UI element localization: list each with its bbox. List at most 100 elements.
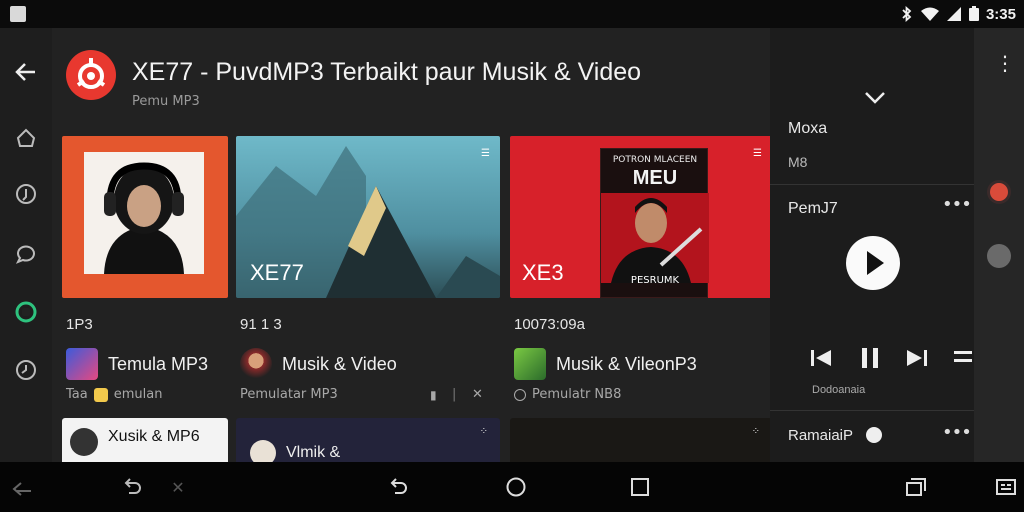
card-title-row[interactable]: Temula MP3 bbox=[66, 348, 208, 380]
card-meta: 10073:09a bbox=[514, 316, 585, 333]
back-icon bbox=[390, 478, 407, 494]
card-avatar bbox=[240, 348, 272, 380]
rail-item-explore[interactable] bbox=[12, 180, 40, 208]
card-avatar bbox=[66, 348, 98, 380]
left-rail bbox=[0, 28, 52, 462]
nav-recents-button[interactable] bbox=[628, 475, 652, 499]
grid-icon[interactable]: ⁘ bbox=[752, 426, 760, 437]
wifi-icon bbox=[920, 7, 939, 21]
card-thumbnail[interactable]: XE77 ☰ bbox=[236, 136, 500, 298]
media-card[interactable]: 1P3 Temula MP3 Taa emulan bbox=[62, 136, 228, 436]
card-title: Temula MP3 bbox=[108, 353, 209, 374]
card-thumbnail[interactable] bbox=[62, 136, 228, 298]
card-title: Musik & VileonP3 bbox=[556, 353, 697, 374]
clock: 3:35 bbox=[985, 5, 1016, 23]
overflow-menu-icon[interactable]: ⋮ bbox=[995, 53, 1015, 73]
card-meta: 1P3 bbox=[66, 316, 93, 333]
notification-icon bbox=[10, 6, 26, 22]
library-icon bbox=[15, 301, 37, 323]
play-button[interactable] bbox=[846, 236, 900, 290]
page-header: XE77 - PuvdMP3 Terbaikt paur Musik & Vid… bbox=[52, 28, 772, 128]
divider bbox=[770, 410, 974, 411]
person-headphones-icon bbox=[104, 162, 184, 274]
undo-icon bbox=[124, 478, 141, 494]
battery-icon bbox=[968, 6, 979, 21]
previous-button[interactable] bbox=[810, 348, 832, 372]
media-card[interactable]: POTRON MLACEEN MEU PESRUMK XE3 ☰ 10073:0… bbox=[510, 136, 772, 436]
thumb-caption: XE3 bbox=[522, 260, 564, 285]
content-grid: 1P3 Temula MP3 Taa emulan XE77 ☰ 91 1 3 … bbox=[52, 128, 772, 462]
media-card[interactable]: Vlmik & ⁘ bbox=[236, 418, 500, 462]
compass-icon bbox=[16, 184, 36, 204]
grid-icon[interactable]: ⁘ bbox=[480, 426, 488, 437]
poster-bottom: PESRUMK bbox=[630, 275, 680, 286]
media-card[interactable]: Xusik & MP6 bbox=[62, 418, 228, 462]
more-options-icon[interactable]: ••• bbox=[942, 194, 972, 215]
nav-close[interactable]: ✕ bbox=[166, 475, 190, 499]
close-icon: ✕ bbox=[171, 477, 185, 497]
card-avatar bbox=[514, 348, 546, 380]
back-button[interactable] bbox=[12, 58, 40, 86]
arrow-back-icon bbox=[12, 482, 31, 496]
divider bbox=[770, 184, 974, 185]
nav-keyboard-button[interactable] bbox=[994, 475, 1018, 499]
rail-item-library[interactable] bbox=[12, 298, 40, 326]
menu-icon[interactable]: ☰ bbox=[753, 148, 762, 159]
nav-undo[interactable] bbox=[120, 475, 144, 499]
panel-header-sub: M8 bbox=[788, 154, 808, 170]
next-button[interactable] bbox=[906, 348, 928, 372]
avatar-secondary[interactable] bbox=[987, 244, 1011, 268]
collapse-button[interactable] bbox=[864, 90, 886, 109]
home-icon bbox=[16, 128, 36, 147]
badge-icon bbox=[866, 427, 882, 443]
player-panel: Moxa M8 PemJ7 ••• Dodoanaia RamaiaiP ••• bbox=[770, 28, 974, 462]
more-options-icon[interactable]: ••• bbox=[942, 422, 972, 443]
rail-item-home[interactable] bbox=[12, 124, 40, 152]
card-meta: 91 1 3 bbox=[240, 316, 282, 333]
chat-bubble-icon bbox=[15, 245, 35, 264]
chevron-down-icon bbox=[865, 92, 885, 104]
track-caption: Dodoanaia bbox=[812, 384, 866, 396]
queue-icon[interactable]: ▮ bbox=[430, 388, 437, 402]
shuffle-icon[interactable]: ✕ bbox=[472, 387, 483, 402]
pause-icon bbox=[862, 348, 878, 368]
portrait-icon bbox=[601, 193, 709, 283]
nav-back-button[interactable] bbox=[386, 475, 410, 499]
rail-item-messages[interactable] bbox=[12, 240, 40, 268]
rail-item-history[interactable] bbox=[12, 356, 40, 384]
home-circle-icon bbox=[506, 477, 526, 497]
queue-button[interactable] bbox=[954, 348, 972, 370]
card-title: Xusik & MP6 bbox=[108, 428, 200, 445]
logo-mark-icon bbox=[76, 58, 106, 89]
status-bar: 3:35 bbox=[0, 0, 1024, 28]
skip-previous-icon bbox=[811, 350, 831, 366]
pause-button[interactable] bbox=[860, 346, 880, 374]
nav-back-left[interactable] bbox=[10, 475, 34, 499]
tag-icon bbox=[93, 387, 108, 402]
poster: POTRON MLACEEN MEU PESRUMK bbox=[600, 148, 709, 298]
thumb-caption: XE77 bbox=[250, 260, 304, 285]
window-icon bbox=[906, 478, 926, 496]
card-sub-label: emulan bbox=[113, 387, 163, 402]
poster-top: POTRON MLACEEN bbox=[612, 155, 698, 165]
card-subtitle: Pemulatr NB8 bbox=[514, 387, 621, 402]
nav-home-button[interactable] bbox=[504, 475, 528, 499]
card-title: Vlmik & bbox=[286, 444, 341, 461]
card-thumbnail[interactable]: POTRON MLACEEN MEU PESRUMK XE3 ☰ bbox=[510, 136, 772, 298]
card-avatar bbox=[250, 440, 276, 462]
media-card[interactable]: ⁘ bbox=[510, 418, 772, 462]
nav-window-button[interactable] bbox=[904, 475, 928, 499]
up-next-label: RamaiaiP bbox=[788, 427, 854, 444]
keyboard-icon bbox=[996, 479, 1016, 495]
app-logo bbox=[66, 50, 116, 100]
side-strip: ⋮ bbox=[974, 28, 1024, 462]
album-art bbox=[84, 152, 204, 274]
poster-title: MEU bbox=[632, 167, 678, 189]
card-title-row[interactable]: Musik & Video bbox=[240, 348, 397, 380]
menu-icon[interactable]: ☰ bbox=[481, 148, 490, 159]
card-title-row[interactable]: Musik & VileonP3 bbox=[514, 348, 697, 380]
media-card[interactable]: XE77 ☰ 91 1 3 Musik & Video Pemulatar MP… bbox=[236, 136, 500, 436]
card-subtitle: Taa emulan bbox=[66, 387, 162, 402]
avatar[interactable] bbox=[987, 180, 1011, 204]
card-avatar bbox=[70, 428, 98, 456]
